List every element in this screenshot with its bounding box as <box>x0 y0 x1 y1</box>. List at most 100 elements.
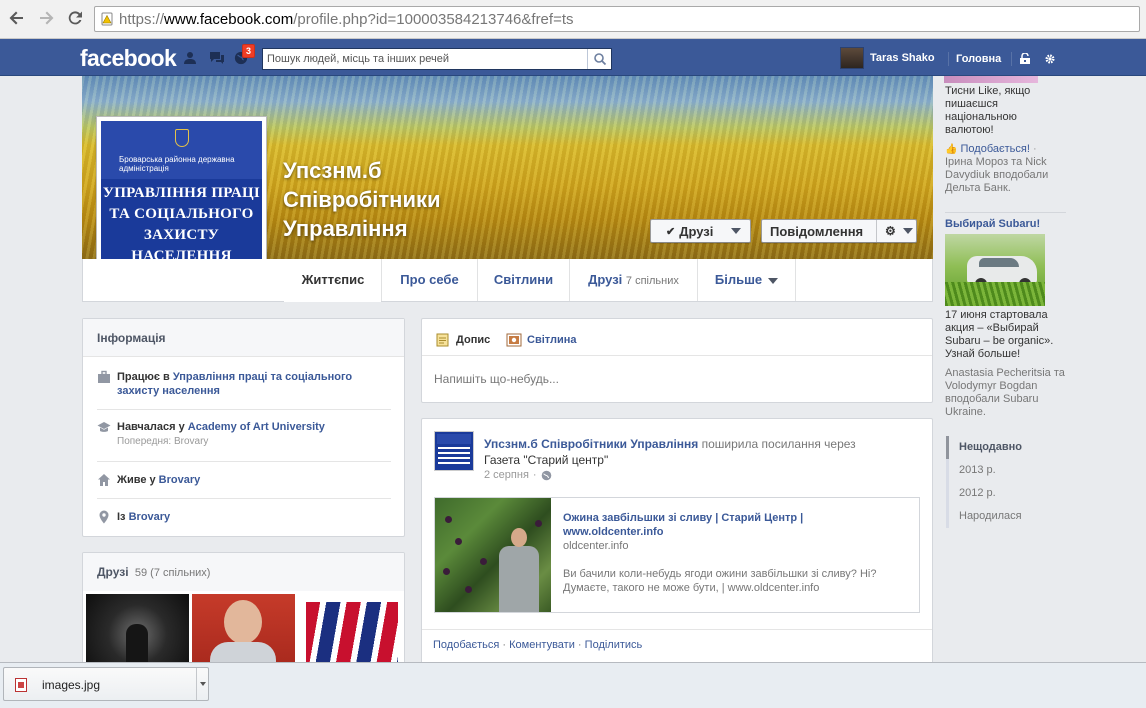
berry-shape <box>480 558 487 565</box>
education-text: Навчалася у Academy of Art University <box>117 420 325 434</box>
account-settings-gear-icon[interactable] <box>1044 53 1056 65</box>
avatar-thumbnail <box>437 434 471 444</box>
search-button[interactable] <box>587 49 611 69</box>
friend-requests-icon[interactable] <box>184 51 200 65</box>
shared-link-card[interactable]: Ожина завбільшки зі сливу | Старий Центр… <box>434 497 920 613</box>
profile-name-line: Співробітники <box>283 187 441 212</box>
berry-shape <box>445 516 452 523</box>
composer-tab-photo[interactable]: Світлина <box>506 333 577 347</box>
like-link[interactable]: Подобається <box>433 639 499 651</box>
messages-icon[interactable] <box>209 51 225 65</box>
ad-2-social-context: Anastasia Pecheritsia та Volodymyr Bogda… <box>945 367 1065 418</box>
mutual-friends-count: 7 спільних <box>625 275 679 287</box>
chevron-down-icon <box>731 228 742 234</box>
sign-line: ТА СОЦІАЛЬНОГО <box>109 206 254 222</box>
message-button-label: Повідомлення <box>770 223 864 239</box>
ad-1-social-context: Ірина Мороз та Nick Davydiuk вподобали Д… <box>945 156 1049 194</box>
composer-input[interactable]: Напишіть що-небудь... <box>434 372 559 386</box>
link-title[interactable]: Ожина завбільшки зі сливу | Старий Центр… <box>563 511 843 539</box>
ad-1-like-link[interactable]: Подобається! <box>961 143 1030 155</box>
grass-foreground <box>945 282 1045 306</box>
ad-image-top-crop <box>944 76 1038 83</box>
work-prefix: Працює в <box>117 371 173 383</box>
checkmark-icon: ✔ <box>666 225 676 238</box>
facebook-header: facebook 3 Taras Shako Головна <box>0 39 1146 76</box>
chevron-down-icon <box>768 277 779 284</box>
composer-card: Допис Світлина Напишіть що-небудь... <box>421 318 933 403</box>
tab-about[interactable]: Про себе <box>382 259 478 301</box>
hometown-info: Із Brovary <box>97 510 391 530</box>
gear-icon: ⚙ <box>885 224 896 238</box>
download-item[interactable]: images.jpg <box>3 667 209 701</box>
ad-2-title[interactable]: Выбирай Subaru! <box>945 218 1065 231</box>
home-link[interactable]: Головна <box>956 53 1001 65</box>
reload-button[interactable] <box>65 9 85 29</box>
trident-emblem-icon <box>175 129 189 147</box>
education-prefix: Навчалася у <box>117 421 188 433</box>
friends-card-header: Друзі 59 (7 спільних) <box>83 553 404 591</box>
lives-info: Живе у Brovary <box>97 473 391 499</box>
hometown-place-link[interactable]: Brovary <box>129 511 171 523</box>
ad-2-text[interactable]: 17 июня стартовала акция – «Выбирай Suba… <box>945 309 1065 361</box>
timeline-item-born[interactable]: Народилася <box>946 505 1022 528</box>
post-author-link[interactable]: Упсзнм.б Співробітники Управління <box>484 437 698 451</box>
composer-tabs <box>422 319 932 356</box>
user-name: Taras Shako <box>870 52 935 64</box>
search-input[interactable] <box>263 49 589 69</box>
tab-timeline[interactable]: Життєпис <box>285 259 382 301</box>
picture-caption: Броварська районна державна адміністраці… <box>119 155 235 173</box>
active-tab-indicator <box>284 299 381 302</box>
sidebar-ad-1: Тисни Like, якщо пишаєшся національною в… <box>945 85 1060 195</box>
browser-toolbar: https://www.facebook.com/profile.php?id=… <box>0 0 1146 39</box>
user-profile-link[interactable]: Taras Shako <box>840 47 935 69</box>
hometown-prefix: Із <box>117 511 129 523</box>
forward-button[interactable] <box>36 9 56 29</box>
berry-shape <box>465 586 472 593</box>
address-bar[interactable]: https://www.facebook.com/profile.php?id=… <box>94 6 1140 32</box>
settings-dropdown[interactable]: ⚙ <box>876 220 917 242</box>
post-author-avatar[interactable] <box>434 431 474 471</box>
graduation-cap-icon <box>97 422 111 432</box>
tab-friends[interactable]: Друзі 7 спільних <box>570 259 698 301</box>
lives-place-link[interactable]: Brovary <box>159 474 201 486</box>
chevron-down-icon <box>902 228 913 234</box>
facebook-logo[interactable]: facebook <box>80 45 177 72</box>
work-info: Працює в Управління праці та соціального… <box>97 370 391 410</box>
comment-link[interactable]: Коментувати <box>509 639 575 651</box>
ad-2-image[interactable] <box>945 234 1045 306</box>
timeline-item-2013[interactable]: 2013 р. <box>946 459 1022 482</box>
message-button[interactable]: Повідомлення ⚙ <box>761 219 917 243</box>
friends-button[interactable]: ✔ Друзі <box>650 219 751 243</box>
notification-badge: 3 <box>242 44 256 58</box>
education-place-link[interactable]: Academy of Art University <box>188 421 325 433</box>
friend-photo[interactable] <box>192 594 295 667</box>
friends-card-title[interactable]: Друзі <box>97 565 129 579</box>
back-arrow-icon <box>9 11 23 25</box>
tab-more[interactable]: Більше <box>698 259 796 301</box>
feed-post: Упсзнм.б Співробітники Управління пошири… <box>421 418 933 666</box>
person-figure <box>499 546 539 612</box>
link-domain: oldcenter.info <box>563 540 629 552</box>
tab-photos[interactable]: Світлини <box>478 259 570 301</box>
download-filename: images.jpg <box>42 678 101 692</box>
download-menu-button[interactable] <box>196 668 209 700</box>
friend-photo[interactable] <box>86 594 189 667</box>
timeline-item-recent[interactable]: Нещодавно <box>946 436 1022 459</box>
composer-tab-post[interactable]: Допис <box>436 333 490 347</box>
timeline-item-2012[interactable]: 2012 р. <box>946 482 1022 505</box>
ad-1-text[interactable]: Тисни Like, якщо пишаєшся національною в… <box>945 85 1060 137</box>
berry-shape <box>443 568 450 575</box>
previous-education: Попередня: Brovary <box>117 436 209 447</box>
post-date[interactable]: 2 серпня <box>484 469 529 481</box>
back-button[interactable] <box>7 9 27 29</box>
share-link[interactable]: Поділитись <box>585 639 643 651</box>
work-text: Працює в Управління праці та соціального… <box>117 370 387 398</box>
lives-text: Живе у Brovary <box>117 473 200 487</box>
public-globe-icon[interactable] <box>541 470 552 481</box>
berry-shape <box>455 538 462 545</box>
friend-photo[interactable] <box>298 594 401 667</box>
privacy-shortcuts-icon[interactable] <box>1019 53 1031 65</box>
profile-name[interactable]: Упсзнм.б Співробітники Управління <box>283 156 503 243</box>
education-info: Навчалася у Academy of Art University По… <box>97 420 391 462</box>
post-source-link[interactable]: Газета "Старий центр" <box>484 452 914 468</box>
